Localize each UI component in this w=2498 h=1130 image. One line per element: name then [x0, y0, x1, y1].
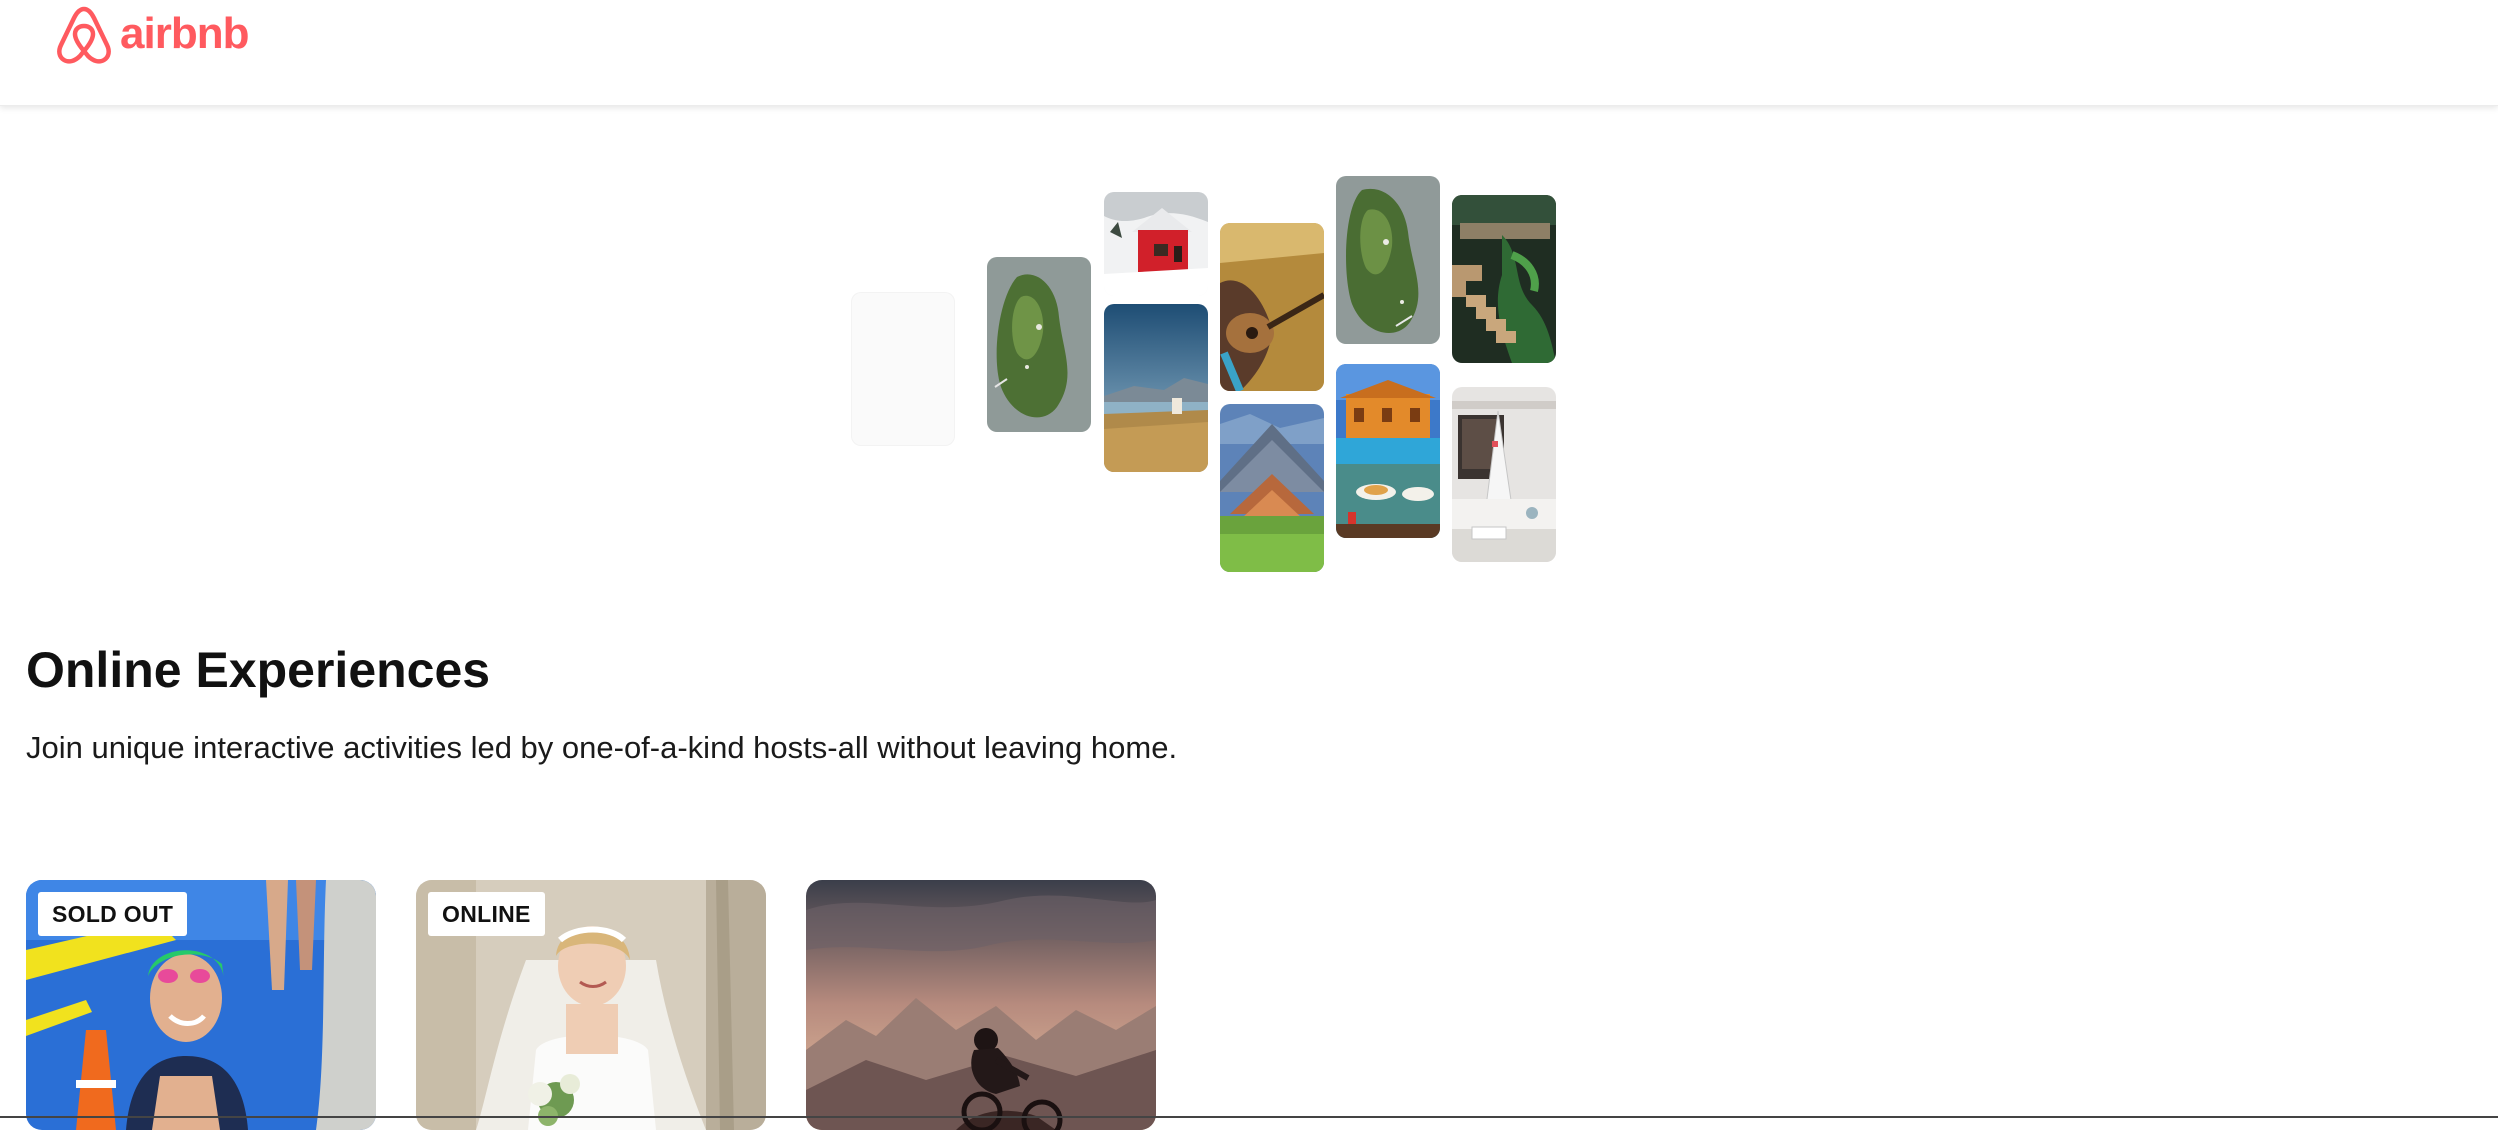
collage-image-villa-pool [1336, 364, 1440, 538]
site-header: airbnb [0, 0, 2498, 106]
brand-name: airbnb [120, 9, 249, 58]
airbnb-belo-icon [56, 5, 112, 67]
hero-collage [0, 106, 2498, 586]
experience-card-swimmer[interactable]: SOLD OUT [26, 880, 376, 1130]
collage-image-white-interior [1452, 387, 1556, 562]
collage-image-red-cabin [1104, 192, 1208, 296]
collage-placeholder-tile [851, 292, 955, 446]
collage-image-guitar-player [1220, 223, 1324, 391]
section-title: Online Experiences [26, 642, 491, 698]
card-badge-online: ONLINE [428, 892, 545, 936]
airbnb-logo[interactable]: airbnb [56, 4, 249, 68]
collage-image-triangle-roof-house [1220, 404, 1324, 572]
card-badge-sold-out: SOLD OUT [38, 892, 188, 936]
experience-card-biker[interactable] [806, 880, 1156, 1130]
experience-card-bride[interactable]: ONLINE [416, 880, 766, 1130]
collage-image-lake-mountains [1104, 304, 1208, 472]
section-subtitle: Join unique interactive activities led b… [26, 730, 1178, 765]
collage-image-aerial-island-2 [1336, 176, 1440, 344]
collage-image-vine-stairs [1452, 195, 1556, 363]
card-image-mountain-biker [806, 880, 1156, 1130]
collage-image-aerial-island [987, 257, 1091, 432]
